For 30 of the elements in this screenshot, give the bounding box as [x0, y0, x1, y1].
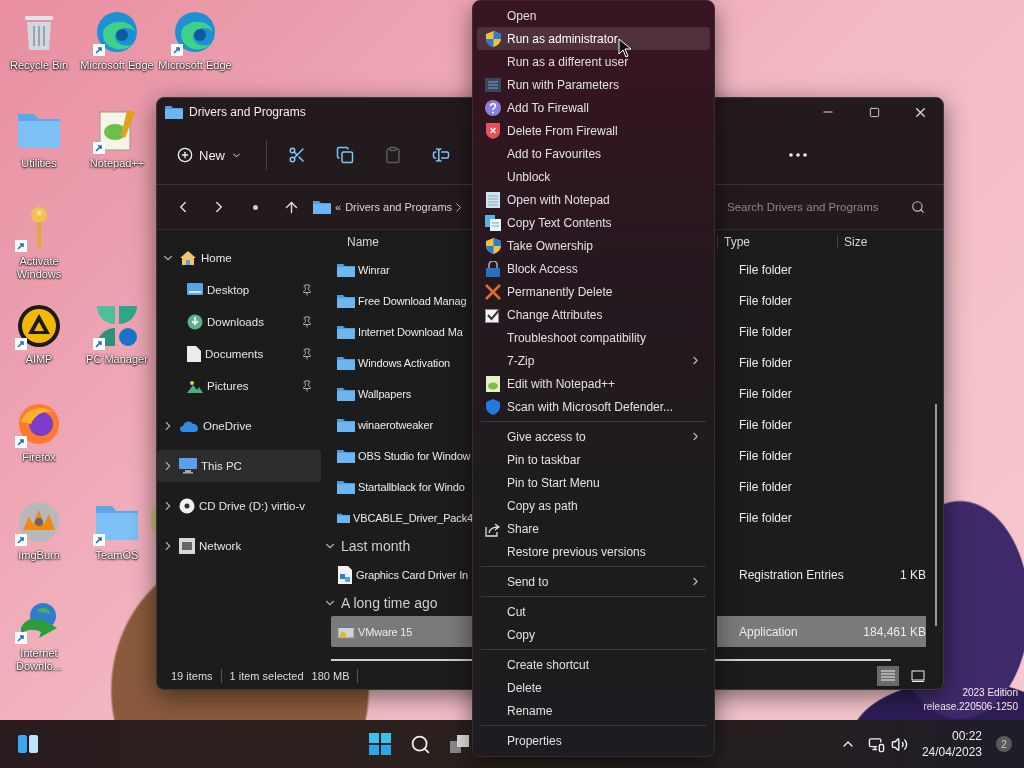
file-type: File folder: [738, 261, 793, 279]
file-type: File folder: [738, 416, 793, 434]
file-size: 1 KB: [899, 566, 926, 584]
file-type: File folder: [738, 447, 793, 465]
file-type: File folder: [738, 354, 793, 372]
system-build-text: 2023 Edition: [962, 686, 1018, 700]
selection-info: 1 item selected: [229, 670, 304, 682]
file-name: VMware 15: [358, 625, 413, 638]
selection-size: 180 MB: [311, 670, 350, 682]
file-name: OBS Studio for Window: [358, 449, 471, 462]
file-name: Free Download Manag: [358, 294, 467, 307]
file-name: Wallpapers: [358, 387, 412, 400]
file-type: Registration Entries: [738, 566, 845, 584]
window-title: Drivers and Programs: [189, 105, 306, 119]
file-type: File folder: [738, 478, 793, 496]
file-type: Application: [717, 616, 851, 647]
file-type: File folder: [738, 509, 793, 527]
file-name: Windows Activation: [358, 356, 451, 369]
file-type: File folder: [738, 323, 793, 341]
item-count: 19 items: [171, 670, 213, 682]
file-name: Startallblack for Windo: [358, 480, 465, 493]
system-build-text: release.220506-1250: [923, 700, 1018, 714]
file-name: VBCABLE_Driver_Pack4: [353, 511, 473, 524]
file-type: File folder: [738, 385, 793, 403]
file-type: File folder: [738, 292, 793, 310]
file-size: 184,461 KB: [851, 616, 926, 647]
file-name: Internet Download Ma: [358, 325, 463, 338]
file-name: Graphics Card Driver In: [356, 568, 469, 581]
file-name: Winrar: [358, 263, 390, 276]
file-name: winaerotweaker: [358, 418, 433, 431]
